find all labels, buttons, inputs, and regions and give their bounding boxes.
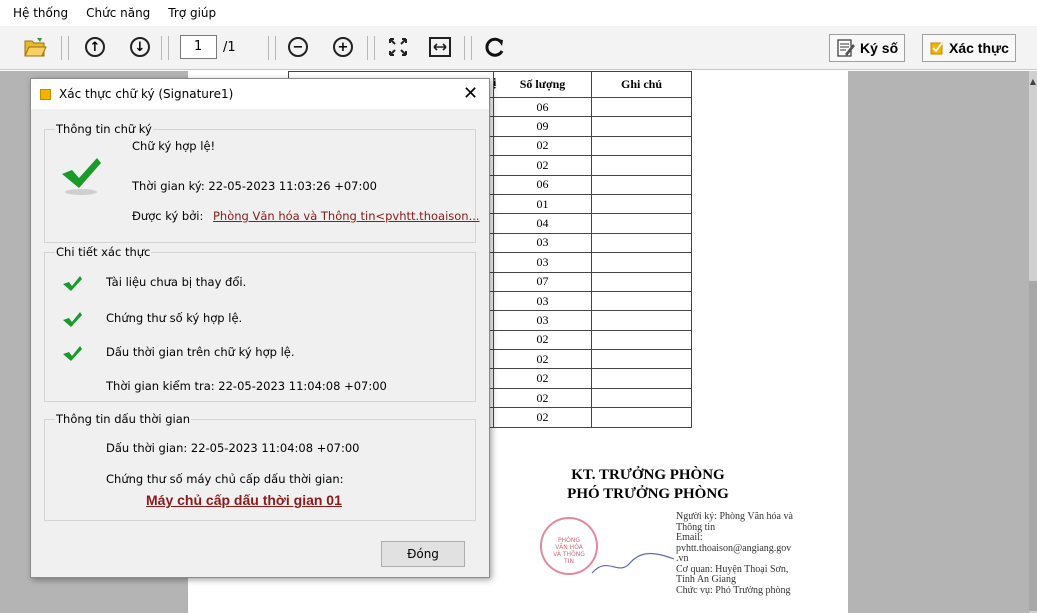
cell-quantity: 06 (493, 96, 592, 118)
page-total: /1 (223, 40, 236, 55)
cell-note (591, 349, 692, 370)
zoom-out-icon: − (288, 37, 308, 57)
cell-note (591, 135, 692, 157)
arrow-up-icon: ↑ (85, 37, 105, 57)
signed-by-link[interactable]: Phòng Văn hóa và Thông tin<pvhtt.thoaiso… (213, 209, 480, 223)
group-label: Chi tiết xác thực (55, 245, 152, 259)
group-label: Thông tin chữ ký (55, 122, 153, 136)
column-header-note: Ghi chú (591, 71, 692, 98)
cell-quantity: 06 (493, 174, 592, 195)
cell-note (591, 232, 692, 254)
menu-chuc-nang[interactable]: Chức năng (77, 6, 159, 20)
verify-button[interactable]: Xác thực (922, 34, 1016, 62)
cell-quantity: 01 (493, 193, 592, 215)
cell-note (591, 96, 692, 118)
fit-width-icon (429, 37, 451, 57)
sign-icon (837, 39, 855, 57)
check-time-text: Thời gian kiểm tra: 22-05-2023 11:04:08 … (106, 379, 387, 393)
cell-note (591, 290, 692, 312)
cell-note (591, 310, 692, 331)
signature-title: KT. TRƯỞNG PHÒNG (571, 467, 725, 483)
check-icon (63, 346, 82, 361)
cell-note (591, 155, 692, 176)
cell-note (591, 252, 692, 273)
prev-page-button[interactable]: ↑ (82, 34, 108, 60)
menu-bar: Hệ thống Chức năng Trợ giúp (0, 0, 1037, 26)
cell-quantity: 02 (493, 387, 592, 409)
fit-page-button[interactable] (385, 34, 411, 60)
cell-quantity: 03 (493, 252, 592, 273)
cell-quantity: 02 (493, 368, 592, 389)
verify-item-document: Tài liệu chưa bị thay đổi. (106, 275, 247, 289)
zoom-in-button[interactable]: + (330, 34, 356, 60)
cell-quantity: 02 (493, 135, 592, 157)
verify-label: Xác thực (949, 40, 1009, 56)
signature-verify-dialog: Xác thực chữ ký (Signature1) ✕ Thông tin… (30, 78, 490, 578)
cell-quantity: 09 (493, 116, 592, 137)
sign-time-text: Thời gian ký: 22-05-2023 11:03:26 +07:00 (132, 179, 378, 193)
close-icon[interactable]: ✕ (463, 83, 478, 104)
menu-he-thong[interactable]: Hệ thống (4, 6, 77, 20)
cell-note (591, 407, 692, 428)
cell-quantity: 03 (493, 310, 592, 331)
verify-icon (40, 89, 51, 100)
signature-scribble (591, 552, 675, 574)
check-icon (63, 312, 82, 327)
fit-width-button[interactable] (427, 34, 453, 60)
scroll-up-icon[interactable]: ▲ (1029, 77, 1037, 86)
cell-note (591, 193, 692, 215)
page-number-input[interactable]: 1 (180, 35, 217, 59)
open-folder-button[interactable] (22, 34, 48, 60)
cell-note (591, 213, 692, 234)
cell-quantity: 04 (493, 213, 592, 234)
stamp-text: PHÒNG VĂN HÓA VÀ THÔNG TIN (553, 537, 585, 565)
signed-by-label: Được ký bởi: (132, 209, 204, 223)
dialog-titlebar[interactable]: Xác thực chữ ký (Signature1) ✕ (31, 79, 489, 109)
cell-note (591, 271, 692, 292)
check-icon (63, 276, 82, 291)
scrollbar-thumb[interactable] (1029, 281, 1037, 611)
cell-note (591, 174, 692, 195)
zoom-in-icon: + (333, 37, 353, 57)
signature-subtitle: PHÓ TRƯỞNG PHÒNG (567, 486, 729, 502)
cell-quantity: 02 (493, 349, 592, 370)
fit-page-icon (389, 38, 407, 56)
cell-note (591, 116, 692, 137)
menu-tro-giup[interactable]: Trợ giúp (159, 6, 225, 20)
verify-icon (930, 42, 943, 55)
rotate-icon (485, 37, 504, 57)
next-page-button[interactable]: ↓ (127, 34, 153, 60)
rotate-button[interactable] (482, 34, 508, 60)
sign-button[interactable]: Ký số (829, 34, 906, 62)
group-label: Thông tin dấu thời gian (55, 412, 192, 426)
toolbar: ↑ ↓ 1 /1 − + Ký số Xác thực (0, 26, 1037, 70)
verify-item-certificate: Chứng thư số ký hợp lệ. (106, 311, 243, 325)
close-button[interactable]: Đóng (381, 541, 465, 567)
signer-info: Người ký: Phòng Văn hóa và Thông tin Ema… (676, 511, 793, 596)
cell-quantity: 02 (493, 155, 592, 176)
cell-quantity: 02 (493, 407, 592, 428)
cell-quantity: 03 (493, 290, 592, 312)
cell-note (591, 387, 692, 409)
cell-note (591, 329, 692, 351)
cell-quantity: 03 (493, 232, 592, 254)
cell-note (591, 368, 692, 389)
cell-quantity: 02 (493, 329, 592, 351)
column-header-quantity: Số lượng (493, 71, 592, 98)
timestamp-time-text: Dấu thời gian: 22-05-2023 11:04:08 +07:0… (106, 441, 360, 455)
timestamp-server-link[interactable]: Máy chủ cấp dấu thời gian 01 (146, 492, 342, 508)
timestamp-server-label: Chứng thư số máy chủ cấp dấu thời gian: (106, 472, 344, 486)
zoom-out-button[interactable]: − (285, 34, 311, 60)
arrow-down-icon: ↓ (130, 37, 150, 57)
dialog-title: Xác thực chữ ký (Signature1) (59, 87, 234, 101)
sign-label: Ký số (860, 40, 899, 56)
valid-check-icon (62, 158, 101, 195)
verify-item-timestamp: Dấu thời gian trên chữ ký hợp lệ. (106, 345, 295, 359)
open-folder-icon (24, 38, 47, 57)
signature-valid-text: Chữ ký hợp lệ! (132, 139, 216, 153)
cell-quantity: 07 (493, 271, 592, 292)
